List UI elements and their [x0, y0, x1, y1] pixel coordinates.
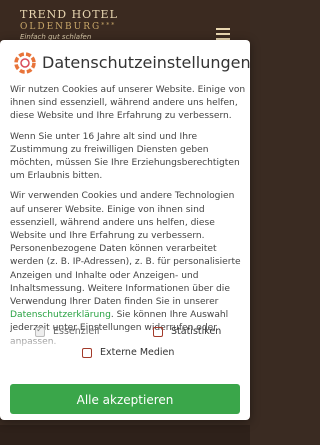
consent-checkboxes: Essenziell Statistiken Externe Medien — [0, 324, 250, 364]
logo-city: OLDENBURG*** — [20, 22, 117, 32]
accept-all-button[interactable]: Alle akzeptieren — [10, 384, 240, 414]
hotel-logo[interactable]: TREND HOTEL OLDENBURG*** Einfach gut sch… — [20, 8, 118, 41]
checkbox-label[interactable]: Statistiken — [171, 326, 221, 337]
checkbox-statistics[interactable]: Statistiken — [153, 326, 221, 337]
logo-stars: *** — [101, 22, 117, 29]
checkbox-external-media-box[interactable] — [82, 347, 92, 358]
privacy-settings-modal: Datenschutzeinstellungen Wir nutzen Cook… — [0, 40, 251, 420]
checkbox-label: Essenziell — [53, 326, 100, 337]
consent-paragraph: Wir nutzen Cookies auf unserer Website. … — [10, 85, 246, 122]
site-background-footer — [0, 425, 250, 445]
checkbox-essential-box — [35, 325, 45, 337]
logo-title: TREND HOTEL — [20, 8, 118, 21]
checkbox-statistics-box[interactable] — [153, 326, 163, 337]
modal-title: Datenschutzeinstellungen — [42, 53, 251, 72]
checkbox-label[interactable]: Externe Medien — [100, 347, 174, 358]
checkbox-external-media[interactable]: Externe Medien — [82, 347, 174, 358]
consent-paragraph: Wenn Sie unter 16 Jahre alt sind und Ihr… — [10, 131, 240, 182]
privacy-logo-icon — [14, 52, 36, 74]
checkbox-essential: Essenziell — [35, 325, 100, 337]
consent-text-scroll[interactable]: Wir nutzen Cookies auf unserer Website. … — [10, 84, 246, 352]
privacy-policy-link[interactable]: Datenschutzerklärung — [10, 310, 111, 320]
